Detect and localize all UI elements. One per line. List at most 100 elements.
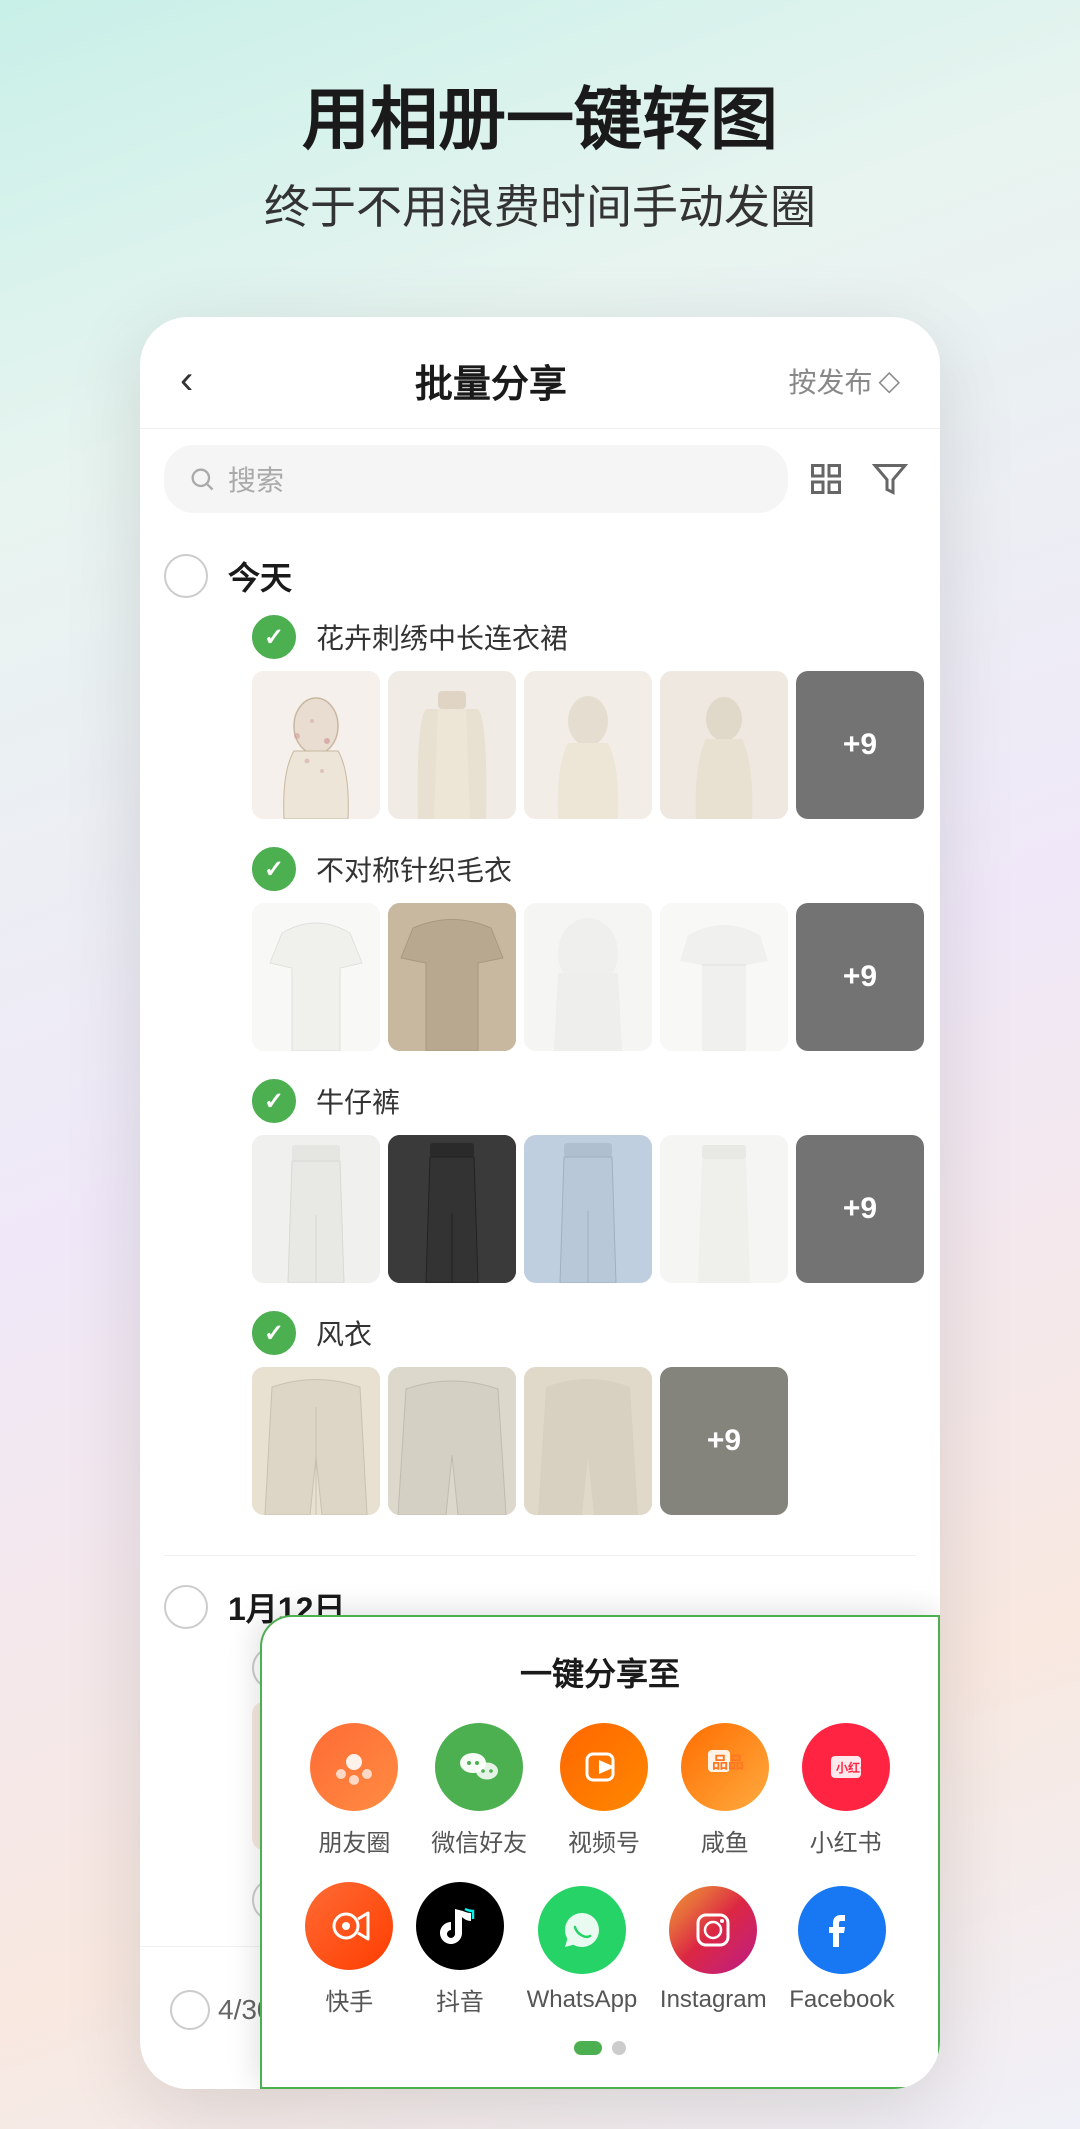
xiaohongshu-icon: 小红书 bbox=[802, 1723, 890, 1811]
thumb-item bbox=[388, 903, 516, 1051]
share-xianyu[interactable]: 品品 咸鱼 bbox=[681, 1723, 769, 1858]
kuaishou-icon bbox=[305, 1882, 393, 1970]
instagram-svg bbox=[688, 1905, 738, 1955]
search-bar: 搜索 bbox=[140, 429, 940, 529]
today-checkbox[interactable] bbox=[164, 554, 208, 598]
thumb-item bbox=[388, 671, 516, 819]
pengyouquan-svg bbox=[329, 1742, 379, 1792]
xiaohongshu-label: 小红书 bbox=[810, 1823, 882, 1858]
grid-view-button[interactable] bbox=[800, 453, 852, 505]
search-input-wrap[interactable]: 搜索 bbox=[164, 445, 788, 513]
kuaishou-label: 快手 bbox=[325, 1982, 373, 2017]
select-all-checkbox[interactable] bbox=[170, 1990, 210, 2030]
thumb-more-count-2: +9 bbox=[843, 960, 877, 994]
back-button[interactable]: ‹ bbox=[180, 358, 193, 403]
sweater-4-svg bbox=[660, 903, 788, 1051]
today-section: 今天 花卉刺绣中长连衣裙 bbox=[140, 529, 940, 1551]
thumb-item bbox=[252, 903, 380, 1051]
sweater-2-svg bbox=[388, 903, 516, 1051]
share-douyin[interactable]: 抖音 bbox=[416, 1882, 504, 2017]
pants-2-svg bbox=[388, 1135, 516, 1283]
facebook-icon bbox=[798, 1886, 886, 1974]
facebook-svg bbox=[817, 1905, 867, 1955]
thumb-more-2: +9 bbox=[796, 903, 924, 1051]
shipinhao-icon bbox=[560, 1723, 648, 1811]
share-shipinhao[interactable]: 视频号 bbox=[560, 1723, 648, 1858]
grid-icon bbox=[808, 461, 844, 497]
thumb-more-count-3: +9 bbox=[843, 1192, 877, 1226]
album-item-2: 不对称针织毛衣 bbox=[164, 839, 916, 1071]
dress-2-svg bbox=[388, 671, 516, 819]
page-dots bbox=[294, 2041, 906, 2055]
jan12-checkbox[interactable] bbox=[164, 1585, 208, 1629]
album-1-checkbox[interactable] bbox=[252, 615, 296, 659]
sub-title: 终于不用浪费时间手动发圈 bbox=[60, 178, 1020, 238]
instagram-label: Instagram bbox=[660, 1986, 767, 2014]
instagram-icon bbox=[669, 1886, 757, 1974]
whatsapp-icon bbox=[538, 1886, 626, 1974]
weixin-label: 微信好友 bbox=[431, 1823, 527, 1858]
dot-1 bbox=[574, 2041, 602, 2055]
share-facebook[interactable]: Facebook bbox=[789, 1886, 894, 2014]
sweater-1-svg bbox=[252, 903, 380, 1051]
search-placeholder: 搜索 bbox=[228, 459, 284, 499]
album-3-images: +9 bbox=[252, 1135, 892, 1283]
thumb-item bbox=[524, 671, 652, 819]
pengyouquan-label: 朋友圈 bbox=[318, 1823, 390, 1858]
pengyouquan-icon bbox=[310, 1723, 398, 1811]
album-4-images: +9 bbox=[252, 1367, 892, 1515]
share-icons-row-1: 朋友圈 微信好友 bbox=[294, 1723, 906, 1858]
thumb-more-1: +9 bbox=[796, 671, 924, 819]
trench-2-svg bbox=[388, 1367, 516, 1515]
share-xiaohongshu[interactable]: 小红书 小红书 bbox=[802, 1723, 890, 1858]
section-divider bbox=[164, 1555, 916, 1556]
xianyu-icon: 品品 bbox=[681, 1723, 769, 1811]
thumb-item bbox=[524, 1367, 652, 1515]
sort-label: 按发布 bbox=[788, 361, 872, 401]
album-4-checkbox[interactable] bbox=[252, 1311, 296, 1355]
app-title: 批量分享 bbox=[415, 353, 567, 408]
share-pengyouquan[interactable]: 朋友圈 bbox=[310, 1723, 398, 1858]
album-2-checkbox[interactable] bbox=[252, 847, 296, 891]
share-kuaishou[interactable]: 快手 bbox=[305, 1882, 393, 2017]
share-weixin[interactable]: 微信好友 bbox=[431, 1723, 527, 1858]
shipinhao-svg bbox=[579, 1742, 629, 1792]
thumb-item bbox=[660, 903, 788, 1051]
trench-3-svg bbox=[524, 1367, 652, 1515]
svg-text:品品: 品品 bbox=[712, 1754, 744, 1772]
pants-3-svg bbox=[524, 1135, 652, 1283]
dress-4-svg bbox=[660, 671, 788, 819]
thumb-item bbox=[252, 671, 380, 819]
album-item-4: 风衣 bbox=[164, 1303, 916, 1535]
app-header: ‹ 批量分享 按发布 ◇ bbox=[140, 317, 940, 429]
search-icon bbox=[188, 465, 216, 493]
thumb-more-count-1: +9 bbox=[843, 728, 877, 762]
share-popup-title: 一键分享至 bbox=[294, 1649, 906, 1695]
pants-4-svg bbox=[660, 1135, 788, 1283]
album-1-images: +9 bbox=[252, 671, 892, 819]
thumb-more-4: +9 bbox=[660, 1367, 788, 1515]
share-instagram[interactable]: Instagram bbox=[660, 1886, 767, 2014]
svg-text:小红书: 小红书 bbox=[836, 1760, 871, 1775]
xianyu-svg: 品品 bbox=[700, 1742, 750, 1792]
douyin-svg bbox=[435, 1901, 485, 1951]
xiaohongshu-svg: 小红书 bbox=[821, 1742, 871, 1792]
filter-button[interactable] bbox=[864, 453, 916, 505]
share-whatsapp[interactable]: WhatsApp bbox=[527, 1886, 638, 2014]
today-date-row: 今天 bbox=[164, 545, 916, 607]
album-2-images: +9 bbox=[252, 903, 892, 1051]
share-icons-row-2: 快手 抖音 What bbox=[294, 1882, 906, 2017]
album-title-row-2: 不对称针织毛衣 bbox=[252, 847, 892, 891]
weixin-svg bbox=[453, 1741, 505, 1793]
album-1-name: 花卉刺绣中长连衣裙 bbox=[316, 617, 568, 657]
shipinhao-label: 视频号 bbox=[568, 1823, 640, 1858]
sort-button[interactable]: 按发布 ◇ bbox=[788, 361, 900, 401]
thumb-item bbox=[660, 1135, 788, 1283]
thumb-more-3: +9 bbox=[796, 1135, 924, 1283]
douyin-icon bbox=[416, 1882, 504, 1970]
filter-icon bbox=[872, 461, 908, 497]
thumb-item bbox=[660, 671, 788, 819]
kuaishou-svg bbox=[324, 1901, 374, 1951]
album-3-checkbox[interactable] bbox=[252, 1079, 296, 1123]
thumb-item bbox=[388, 1135, 516, 1283]
